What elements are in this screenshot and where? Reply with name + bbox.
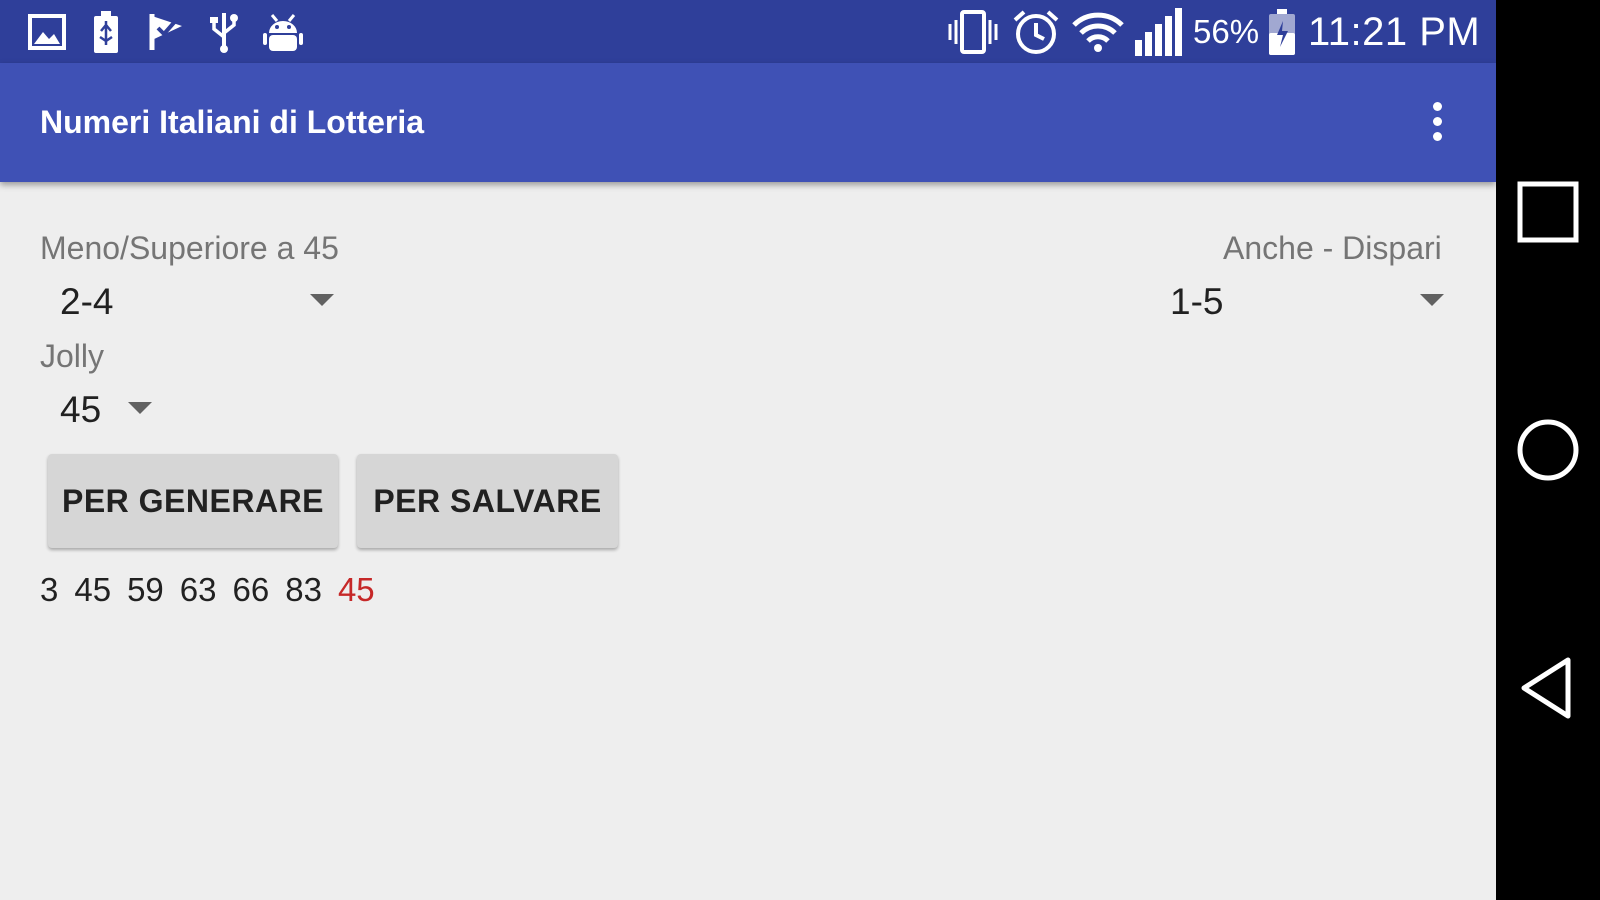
vibrate-icon (945, 10, 1001, 54)
chevron-down-icon (310, 294, 334, 306)
result-number: 45 (74, 571, 112, 608)
wifi-icon (1070, 10, 1126, 54)
app-title: Numeri Italiani di Lotteria (40, 104, 425, 140)
result-number: 59 (127, 571, 164, 608)
low-high-label: Meno/Superiore a 45 (40, 230, 339, 266)
signal-icon (1134, 8, 1188, 56)
usb-icon (206, 10, 242, 54)
overflow-menu-icon[interactable] (1420, 96, 1454, 146)
jolly-number: 45 (337, 571, 375, 608)
app-bar: Numeri Italiani di Lotteria (0, 63, 1496, 182)
back-icon[interactable] (1510, 650, 1586, 726)
low-high-value: 2-4 (60, 281, 114, 322)
status-bar: 56% 11:21 PM (0, 0, 1496, 63)
flag-check-icon (146, 10, 188, 54)
result-number: 66 (232, 571, 270, 608)
battery-usb-icon (88, 10, 124, 54)
recents-icon[interactable] (1510, 174, 1586, 250)
chevron-down-icon (1420, 294, 1444, 306)
app-screen: 56% 11:21 PM Numeri Italiani di Lotteria… (0, 0, 1496, 900)
result-number: 3 (40, 571, 59, 608)
result-number: 63 (179, 571, 217, 608)
even-odd-spinner[interactable]: 1-5 (1170, 276, 1450, 328)
chevron-down-icon (128, 402, 152, 414)
battery-icon (1264, 9, 1300, 55)
navigation-bar (1496, 0, 1600, 900)
even-odd-label: Anche - Dispari (1223, 230, 1442, 266)
home-icon[interactable] (1510, 412, 1586, 488)
jolly-label: Jolly (40, 338, 105, 374)
even-odd-value: 1-5 (1170, 281, 1224, 322)
status-clock: 11:21 PM (1308, 10, 1481, 54)
alarm-icon (1010, 10, 1062, 54)
jolly-value: 45 (60, 389, 102, 430)
save-button[interactable]: PER SALVARE (357, 454, 618, 548)
low-high-spinner[interactable]: 2-4 (60, 276, 342, 328)
result-numbers: 3 45 59 63 66 83 45 (40, 568, 375, 612)
android-debug-icon (260, 10, 306, 54)
result-number: 83 (285, 571, 322, 608)
battery-percent: 56% (1193, 13, 1260, 50)
generate-button[interactable]: PER GENERARE (48, 454, 338, 548)
jolly-spinner[interactable]: 45 (60, 384, 160, 436)
image-icon (26, 10, 68, 54)
